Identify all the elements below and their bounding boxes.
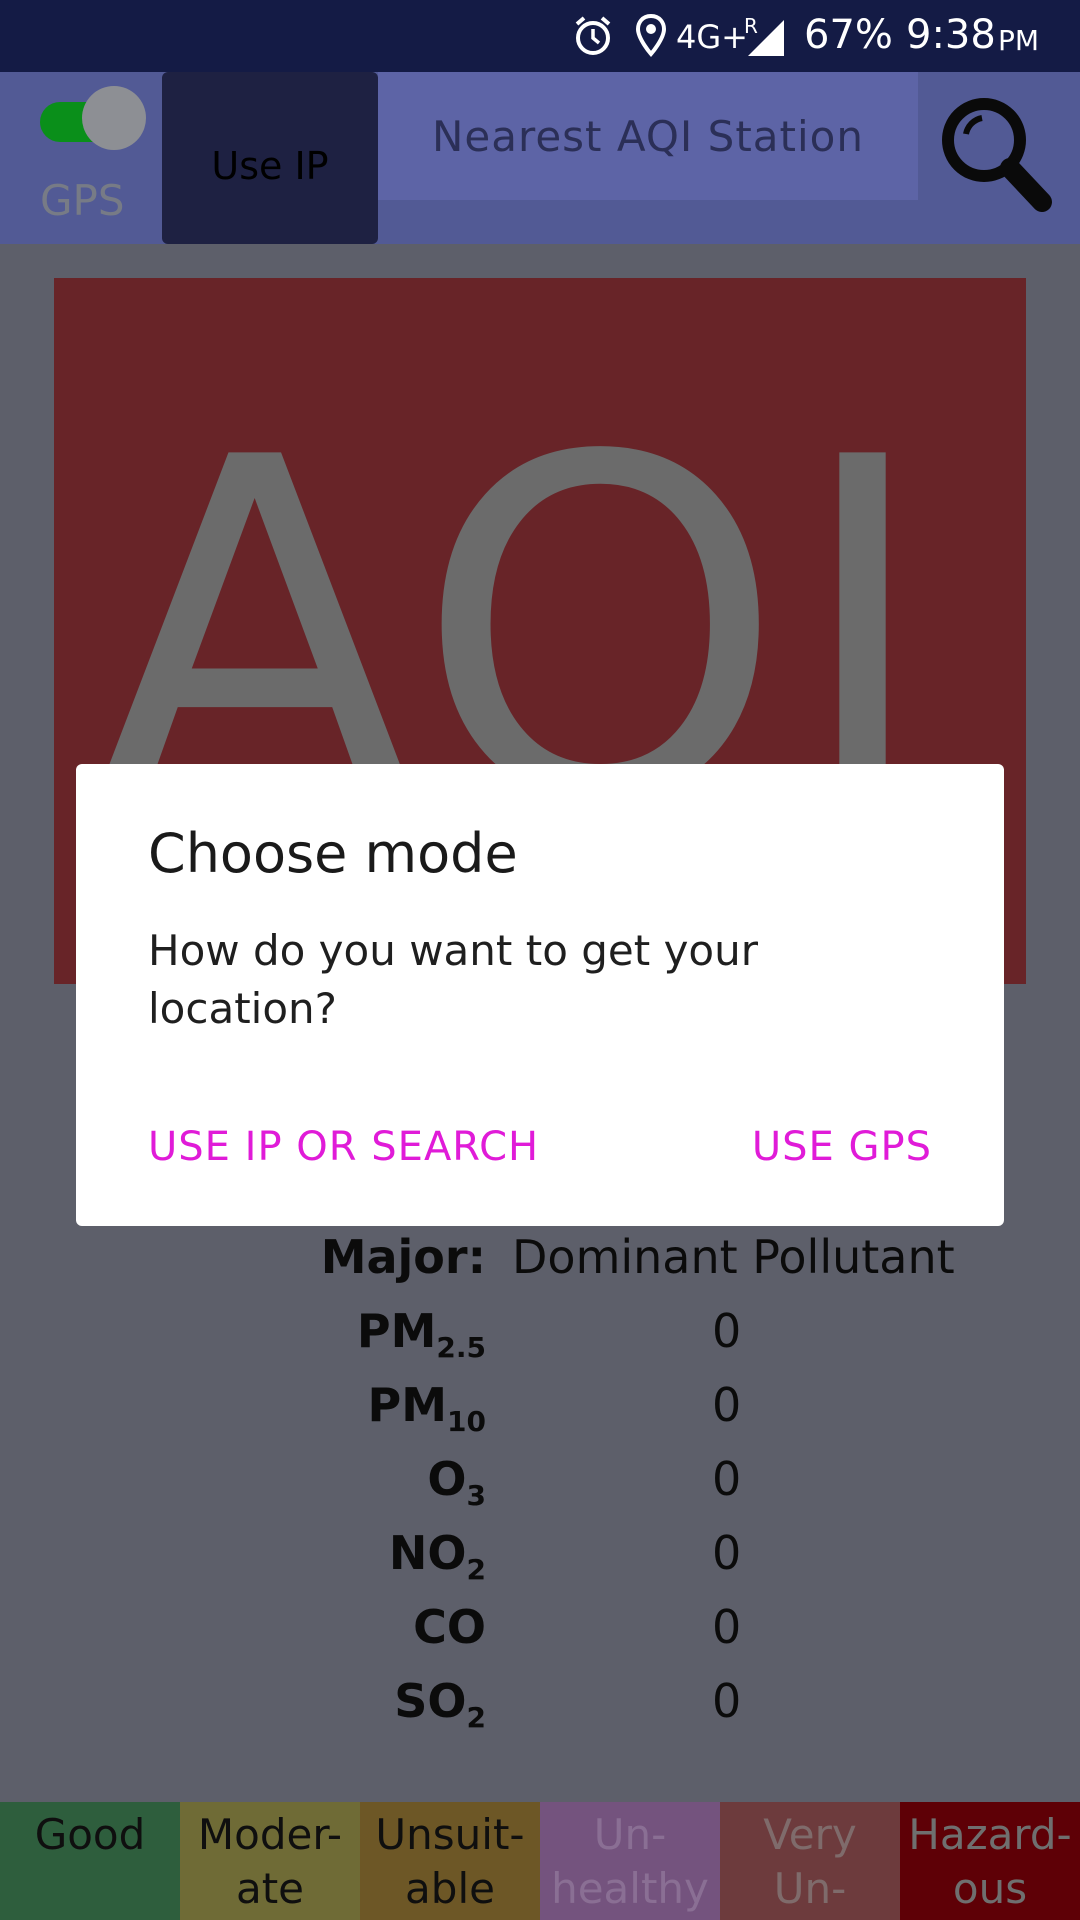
gps-label: GPS [40, 176, 125, 225]
use-ip-label: Use IP [211, 144, 329, 188]
pollutant-value: 0 [712, 1600, 742, 1654]
use-gps-button[interactable]: USE GPS [752, 1124, 932, 1170]
status-bar: 4G+ R 67% 9:38 PM [0, 0, 1080, 72]
legend-unsuitable: Unsuit-able [360, 1802, 540, 1920]
pollutant-value: 0 [712, 1378, 742, 1432]
pollutant-label: SO2 [394, 1674, 486, 1735]
pollutant-row-so2: SO2 0 [0, 1674, 1080, 1744]
search-placeholder: Nearest AQI Station [432, 111, 864, 161]
legend-very-unhealthy: Very Un- [720, 1802, 900, 1920]
pollutant-label: NO2 [388, 1526, 486, 1587]
legend-moderate: Moder-ate [180, 1802, 360, 1920]
station-search-input[interactable]: Nearest AQI Station [378, 72, 918, 200]
signal-icon [748, 20, 784, 60]
clock-time: 9:38 [906, 12, 996, 58]
aqi-legend: Good Moder-ate Unsuit-able Un-healthy Ve… [0, 1802, 1080, 1920]
legend-good: Good [0, 1802, 180, 1920]
alarm-icon [572, 14, 614, 62]
use-ip-button[interactable]: Use IP [162, 72, 378, 244]
pollutant-row-no2: NO2 0 [0, 1526, 1080, 1596]
major-label: Major: [320, 1230, 486, 1284]
pollutant-row-pm10: PM10 0 [0, 1378, 1080, 1448]
pollutant-label: PM10 [367, 1378, 486, 1439]
network-type: 4G+ [676, 18, 748, 56]
pollutant-row-co: CO 0 [0, 1600, 1080, 1670]
legend-hazardous: Hazard-ous [900, 1802, 1080, 1920]
pollutant-row-o3: O3 0 [0, 1452, 1080, 1522]
major-value: Dominant Pollutant [512, 1230, 955, 1284]
pollutant-row-pm25: PM2.5 0 [0, 1304, 1080, 1374]
dialog-title: Choose mode [148, 822, 518, 885]
pollutant-label: CO [413, 1600, 486, 1654]
pollutant-value: 0 [712, 1674, 742, 1728]
pollutant-value: 0 [712, 1452, 742, 1506]
battery-percent: 67% [804, 12, 893, 58]
dialog-message: How do you want to get your location? [148, 926, 759, 1033]
choose-mode-dialog: Choose mode How do you want to get your … [76, 764, 1004, 1226]
search-icon[interactable] [938, 94, 1054, 226]
location-icon [635, 13, 667, 62]
legend-unhealthy: Un-healthy [540, 1802, 720, 1920]
gps-toggle-thumb[interactable] [82, 86, 146, 150]
use-ip-or-search-button[interactable]: USE IP OR SEARCH [148, 1124, 539, 1170]
major-row: Major: Dominant Pollutant [0, 1230, 1080, 1300]
pollutant-value: 0 [712, 1526, 742, 1580]
pollutant-label: O3 [427, 1452, 486, 1513]
pollutant-label: PM2.5 [356, 1304, 486, 1365]
pollutant-value: 0 [712, 1304, 742, 1358]
clock-ampm: PM [998, 24, 1040, 57]
